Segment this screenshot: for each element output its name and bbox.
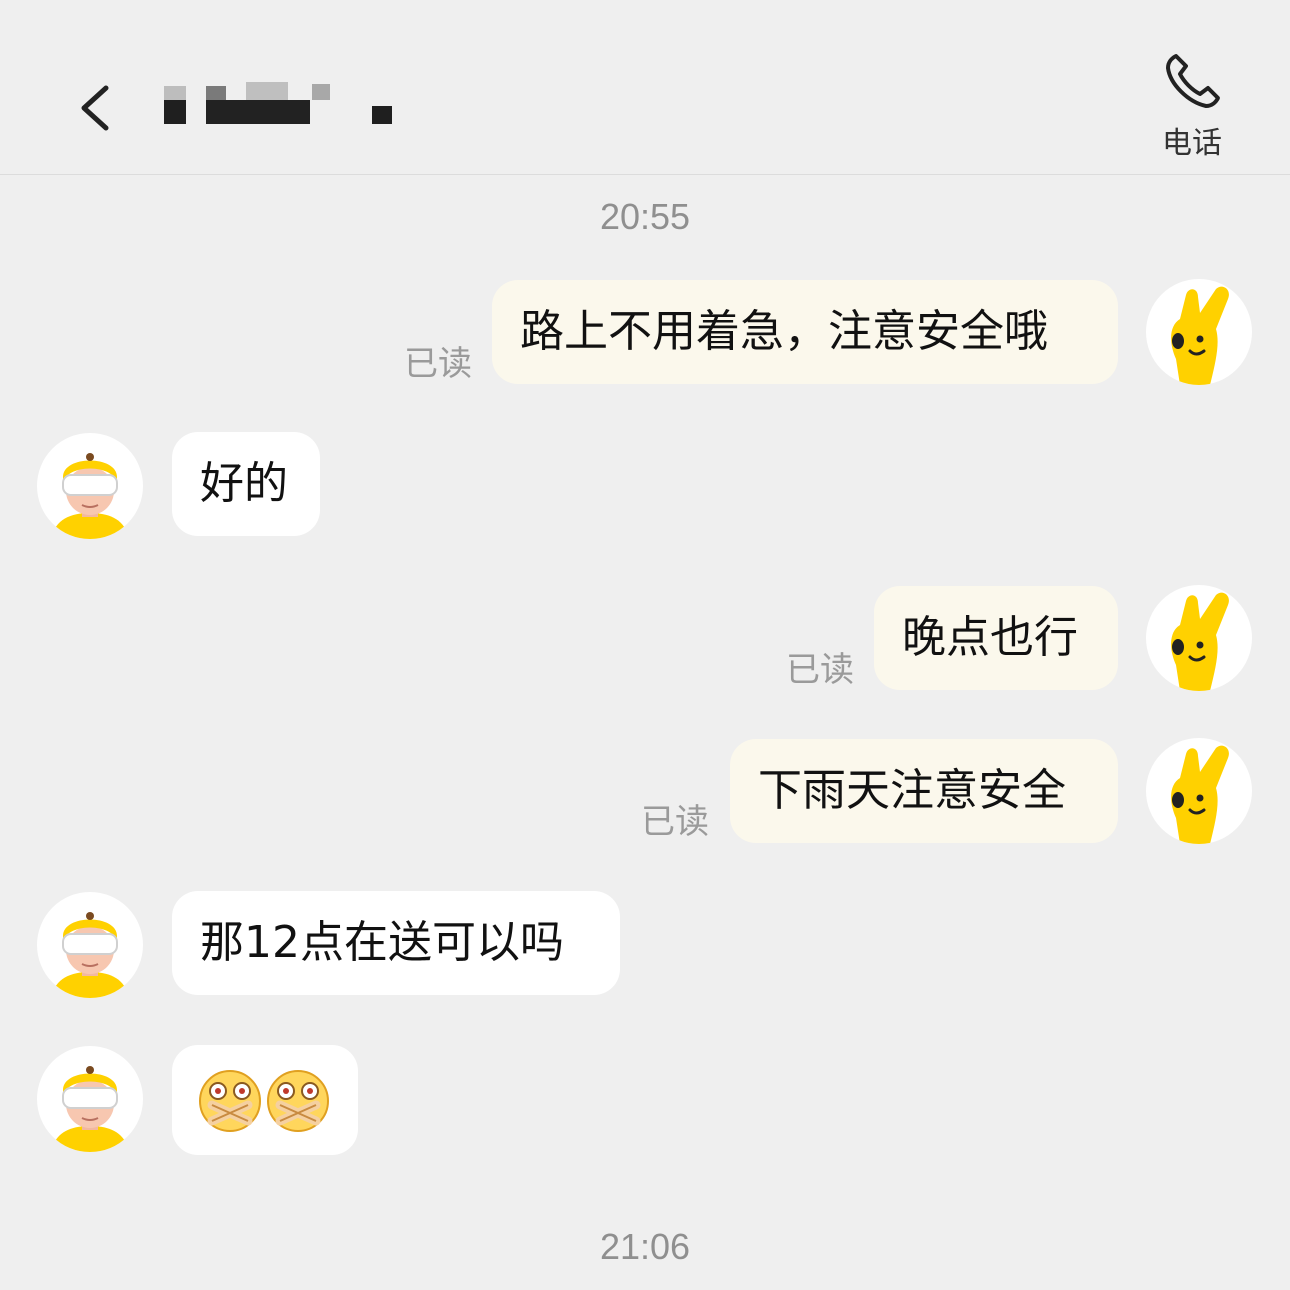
- back-button[interactable]: [70, 78, 122, 138]
- message-bubble-incoming[interactable]: 那12点在送可以吗: [172, 891, 620, 995]
- courier-avatar-icon: [51, 1066, 129, 1152]
- mascot-hand-icon: [1171, 286, 1229, 385]
- timestamp: 21:06: [599, 1226, 691, 1267]
- message-bubble-outgoing[interactable]: 路上不用着急，注意安全哦: [492, 280, 1118, 384]
- contact-avatar[interactable]: [37, 892, 143, 998]
- contact-avatar[interactable]: [37, 433, 143, 539]
- message-bubble-outgoing[interactable]: 下雨天注意安全: [730, 739, 1118, 843]
- chevron-left-icon: [81, 85, 109, 131]
- mascot-hand-icon: [1171, 745, 1229, 844]
- courier-avatar-icon: [51, 453, 129, 539]
- shocked-face-emoji-icon: [267, 1070, 329, 1132]
- mascot-hand-icon: [1171, 592, 1229, 691]
- read-status: 已读: [404, 344, 472, 384]
- contact-name-obscured: [150, 82, 400, 126]
- read-status: 已读: [786, 650, 854, 690]
- message-bubble-outgoing[interactable]: 晚点也行: [874, 586, 1118, 690]
- chat-page: 电话 20:55 已读 路上不用着急，注意安全哦 好的 已读 晚点也行 已读 下…: [0, 0, 1290, 1290]
- read-status: 已读: [641, 802, 709, 842]
- courier-avatar-icon: [51, 912, 129, 998]
- contact-avatar[interactable]: [37, 1046, 143, 1152]
- timestamp: 20:55: [599, 196, 691, 237]
- call-button[interactable]: 电话: [1150, 50, 1240, 161]
- my-avatar[interactable]: [1146, 585, 1252, 691]
- chat-header: 电话: [0, 0, 1290, 175]
- my-avatar[interactable]: [1146, 738, 1252, 844]
- emoji-message-bubble[interactable]: [172, 1045, 358, 1155]
- my-avatar[interactable]: [1146, 279, 1252, 385]
- call-label: 电话: [1162, 126, 1222, 161]
- shocked-face-emoji-icon: [199, 1070, 261, 1132]
- phone-icon: [1166, 54, 1220, 108]
- message-bubble-incoming[interactable]: 好的: [172, 432, 320, 536]
